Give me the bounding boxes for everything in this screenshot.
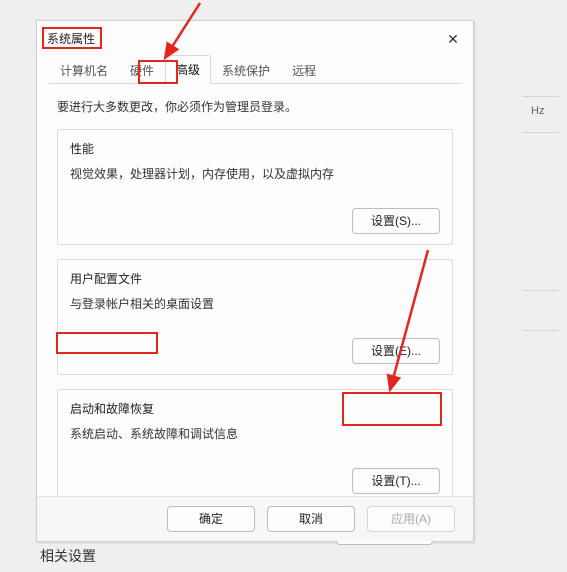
close-icon: ✕	[447, 31, 459, 48]
group-performance: 性能 视觉效果，处理器计划，内存使用，以及虚拟内存 设置(S)...	[57, 129, 453, 245]
group-performance-desc: 视觉效果，处理器计划，内存使用，以及虚拟内存	[70, 165, 440, 182]
dialog-body: 要进行大多数更改，你必须作为管理员登录。 性能 视觉效果，处理器计划，内存使用，…	[37, 84, 473, 553]
group-user-profiles: 用户配置文件 与登录帐户相关的桌面设置 设置(E)...	[57, 259, 453, 375]
performance-settings-button[interactable]: 设置(S)...	[352, 208, 440, 234]
titlebar: 系统属性 ✕	[37, 21, 473, 55]
bg-divider	[523, 132, 559, 133]
tab-computer-name[interactable]: 计算机名	[49, 56, 119, 84]
group-startup-recovery-desc: 系统启动、系统故障和调试信息	[70, 425, 440, 442]
tab-remote[interactable]: 远程	[281, 56, 327, 84]
dialog-title: 系统属性	[47, 30, 95, 47]
group-performance-title: 性能	[70, 140, 440, 157]
bg-text-hz: Hz	[531, 105, 561, 125]
bg-divider	[523, 330, 559, 331]
ok-button[interactable]: 确定	[167, 506, 255, 532]
tab-system-protection[interactable]: 系统保护	[211, 56, 281, 84]
system-properties-dialog: 系统属性 ✕ 计算机名 硬件 高级 系统保护 远程 要进行大多数更改，你必须作为…	[36, 20, 474, 542]
dialog-footer: 确定 取消 应用(A)	[37, 496, 473, 541]
tab-strip: 计算机名 硬件 高级 系统保护 远程	[49, 55, 461, 84]
tab-advanced[interactable]: 高级	[165, 55, 211, 84]
close-button[interactable]: ✕	[441, 27, 465, 51]
group-user-profiles-title: 用户配置文件	[70, 270, 440, 287]
admin-notice: 要进行大多数更改，你必须作为管理员登录。	[57, 98, 453, 115]
group-startup-recovery: 启动和故障恢复 系统启动、系统故障和调试信息 设置(T)...	[57, 389, 453, 505]
group-user-profiles-desc: 与登录帐户相关的桌面设置	[70, 295, 440, 312]
canvas: Hz 相关设置 系统属性 ✕ 计算机名 硬件 高级 系统保护 远程 要进行大多数…	[0, 0, 567, 572]
cancel-button[interactable]: 取消	[267, 506, 355, 532]
startup-recovery-settings-button[interactable]: 设置(T)...	[352, 468, 440, 494]
group-startup-recovery-title: 启动和故障恢复	[70, 400, 440, 417]
user-profiles-settings-button[interactable]: 设置(E)...	[352, 338, 440, 364]
apply-button[interactable]: 应用(A)	[367, 506, 455, 532]
tab-hardware[interactable]: 硬件	[119, 56, 165, 84]
bg-divider	[523, 290, 559, 291]
bg-divider	[523, 96, 559, 97]
